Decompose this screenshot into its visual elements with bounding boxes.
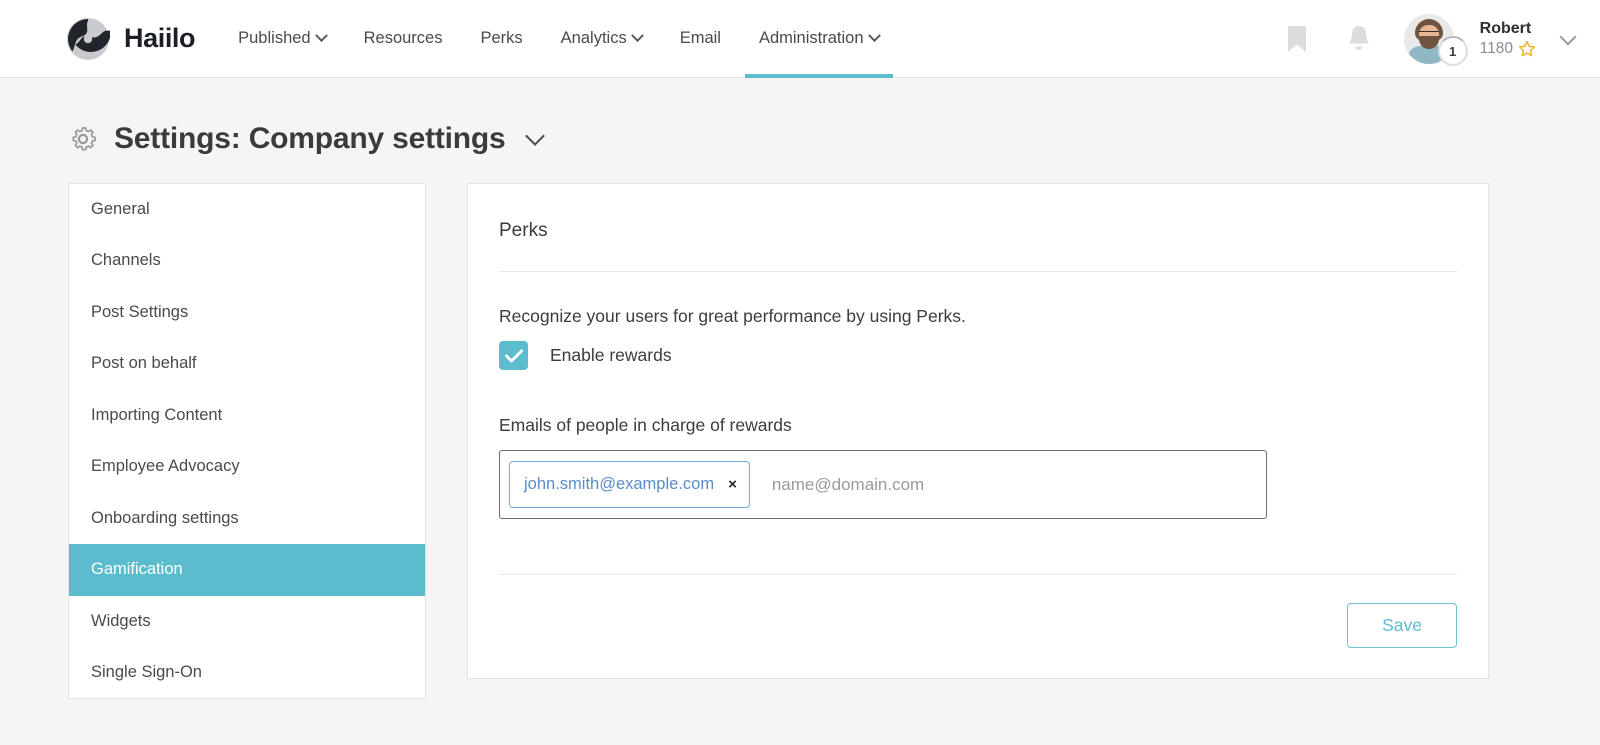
user-points: 1180 <box>1480 39 1536 58</box>
perks-panel: Perks Recognize your users for great per… <box>467 183 1489 679</box>
email-chip[interactable]: john.smith@example.com × <box>509 461 750 508</box>
nav-item-email[interactable]: Email <box>661 0 740 78</box>
sidebar-item-general[interactable]: General <box>69 184 425 235</box>
sidebar-item-gamification[interactable]: Gamification <box>69 544 425 596</box>
haiilo-logo-icon <box>66 17 110 61</box>
enable-rewards-row[interactable]: Enable rewards <box>499 341 1457 370</box>
nav-item-resources[interactable]: Resources <box>345 0 462 78</box>
main-nav: Published Resources Perks Analytics Emai… <box>219 0 897 78</box>
sidebar-item-single-sign-on[interactable]: Single Sign-On <box>69 647 425 698</box>
chevron-down-icon <box>867 29 881 43</box>
nav-label: Perks <box>480 29 523 47</box>
gear-icon <box>72 127 96 151</box>
nav-item-published[interactable]: Published <box>219 0 344 78</box>
page-title: Settings: Company settings <box>114 122 506 156</box>
user-name: Robert <box>1479 20 1532 38</box>
panel-title: Perks <box>499 220 548 241</box>
bookmark-icon[interactable] <box>1266 24 1328 54</box>
brand-name: Haiilo <box>124 23 196 53</box>
sidebar-item-post-settings[interactable]: Post Settings <box>69 287 425 338</box>
sidebar-item-post-on-behalf[interactable]: Post on behalf <box>69 338 425 389</box>
settings-sidebar: General Channels Post Settings Post on b… <box>68 183 426 700</box>
emails-tag-input[interactable]: john.smith@example.com × name@domain.com <box>499 450 1267 519</box>
nav-label: Published <box>238 29 311 47</box>
sidebar-item-importing-content[interactable]: Importing Content <box>69 390 425 441</box>
header-right: 1 Robert 1180 <box>1266 0 1577 78</box>
enable-rewards-label: Enable rewards <box>550 345 672 365</box>
sidebar-item-employee-advocacy[interactable]: Employee Advocacy <box>69 441 425 492</box>
panel-footer: Save <box>499 575 1457 648</box>
sidebar-item-channels[interactable]: Channels <box>69 235 425 286</box>
page-header: Settings: Company settings <box>0 78 1600 156</box>
panel-body: Recognize your users for great performan… <box>499 272 1457 648</box>
brand-logo[interactable]: Haiilo <box>66 17 196 61</box>
avatar[interactable]: 1 <box>1403 14 1468 66</box>
save-button[interactable]: Save <box>1347 603 1457 648</box>
nav-label: Administration <box>758 29 864 47</box>
nav-label: Analytics <box>560 29 627 47</box>
check-icon <box>504 349 523 362</box>
chevron-down-icon[interactable] <box>1559 28 1577 46</box>
emails-field-label: Emails of people in charge of rewards <box>499 415 792 435</box>
app-header: Haiilo Published Resources Perks Analyti… <box>0 0 1600 78</box>
nav-item-administration[interactable]: Administration <box>740 0 898 78</box>
sidebar-item-onboarding-settings[interactable]: Onboarding settings <box>69 493 425 544</box>
bell-icon[interactable] <box>1328 24 1390 54</box>
nav-item-perks[interactable]: Perks <box>461 0 541 78</box>
page-title-prefix: Settings: <box>114 122 241 155</box>
nav-item-analytics[interactable]: Analytics <box>542 0 661 78</box>
nav-label: Resources <box>363 29 443 47</box>
perks-description: Recognize your users for great performan… <box>499 306 966 326</box>
chevron-down-icon <box>314 29 328 43</box>
sidebar-item-widgets[interactable]: Widgets <box>69 596 425 647</box>
star-icon <box>1518 40 1536 57</box>
chevron-down-icon <box>630 29 644 43</box>
user-points-value: 1180 <box>1479 40 1513 58</box>
chevron-down-icon[interactable] <box>524 126 545 146</box>
user-meta: Robert 1180 <box>1480 19 1536 58</box>
nav-label: Email <box>679 29 721 47</box>
close-icon[interactable]: × <box>728 477 737 492</box>
enable-rewards-checkbox[interactable] <box>499 341 528 370</box>
user-menu[interactable]: 1 Robert 1180 <box>1390 14 1577 66</box>
email-input-placeholder[interactable]: name@domain.com <box>750 475 1257 495</box>
level-badge: 1 <box>1437 36 1468 66</box>
content-area: General Channels Post Settings Post on b… <box>0 156 1600 700</box>
email-chip-label: john.smith@example.com <box>524 475 715 493</box>
page-title-value: Company settings <box>248 122 506 155</box>
